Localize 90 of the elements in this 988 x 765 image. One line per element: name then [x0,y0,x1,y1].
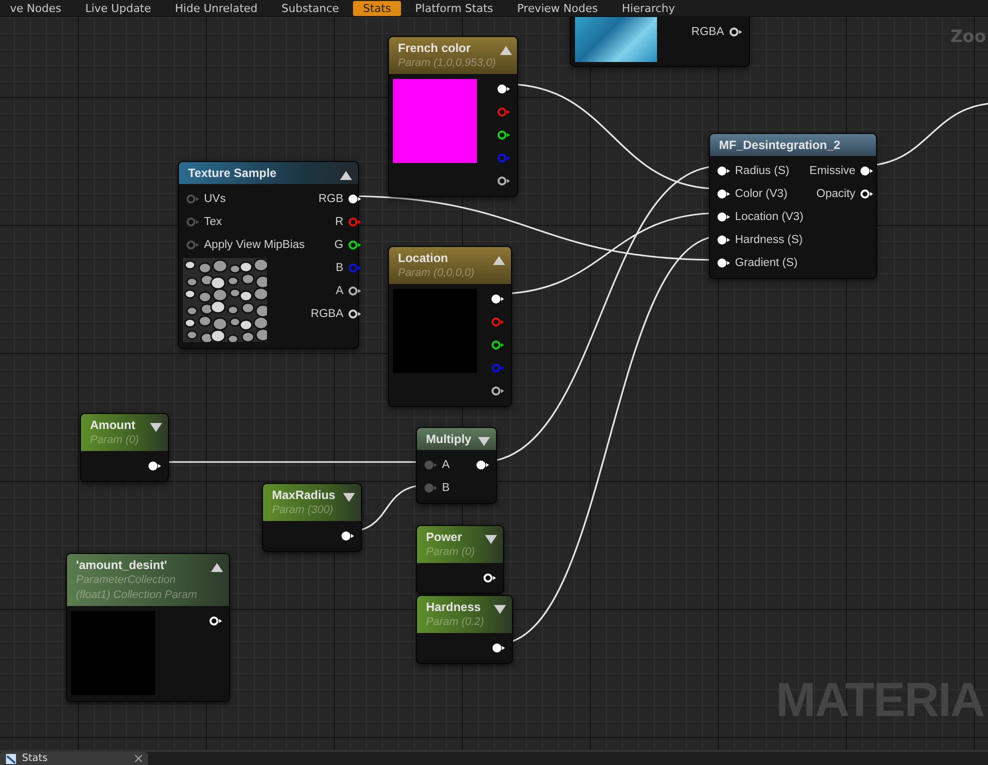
node-subtitle: Param (0) [426,545,475,560]
pin-icon[interactable] [717,258,730,268]
pin-icon[interactable] [497,84,510,94]
graph-canvas[interactable] [0,17,988,750]
pin-label: G [334,238,344,250]
graph-node[interactable]: MF_Desintegration_2 Radius (S) Color (V3) Location (V3) Hardness (S) Gradient (S) Emissive Opacity [709,133,877,279]
caret-icon[interactable] [340,171,352,180]
pin-label: Gradient (S) [735,256,798,268]
pin-label: A [442,458,450,470]
graph-node[interactable]: MaxRadius Param (300) [262,483,362,552]
pin-label: A [336,284,344,296]
toolbar-button[interactable]: Stats [353,0,402,16]
node-title: Power [426,529,464,545]
caret-icon[interactable] [485,535,497,544]
pin-label: Tex [204,216,222,228]
toolbar-button[interactable]: Hide Unrelated [165,0,268,16]
pin-icon[interactable] [491,294,504,304]
pin-icon[interactable] [341,530,354,540]
node-subtitle: Param (300) [272,503,334,518]
caret-icon[interactable] [150,423,162,432]
pin-icon[interactable] [491,386,504,396]
pin-icon[interactable] [348,194,362,204]
pin-icon[interactable] [476,460,489,470]
pin-icon[interactable] [492,642,505,652]
toolbar-button[interactable]: Live Update [75,0,162,16]
node-title: 'amount_desint' [76,557,168,573]
pin-label: Opacity [816,188,856,200]
node-subtitle: Param (0) [90,433,139,448]
pin-label: R [335,216,344,228]
pin-icon[interactable] [148,460,161,470]
node-subtitle: ParameterCollection [76,573,177,588]
pin-icon[interactable] [348,240,362,250]
graph-node[interactable]: French color Param (1,0,0.953,0) [388,36,518,197]
node-title: MaxRadius [272,487,336,503]
pin-label: Emissive [809,164,856,176]
pin-icon[interactable] [497,130,510,140]
pin-icon[interactable] [860,166,874,176]
node-subtitle: Param (0,0,0,0) [398,266,474,281]
pin-label: Radius (S) [735,164,790,176]
close-icon[interactable] [135,755,142,762]
toolbar-button[interactable]: ve Nodes [0,0,72,16]
graph-node[interactable]: Location Param (0,0,0,0) [388,246,512,407]
pin-label: RGBA [691,26,724,38]
caret-icon[interactable] [478,437,490,446]
pin-icon[interactable] [729,26,742,36]
node-subtitle: Param (1,0,0.953,0) [398,56,496,71]
caret-icon[interactable] [494,605,506,614]
pin-label: Apply View MipBias [204,238,305,250]
graph-node[interactable]: Multiply A B [416,427,497,504]
pin-label: B [336,262,344,274]
graph-node[interactable]: 'amount_desint' ParameterCollection (float1) Collection Param [66,553,230,702]
node-title: MF_Desintegration_2 [719,137,840,153]
pin-icon[interactable] [717,166,730,176]
pin-label: Color (V3) [735,188,788,200]
pin-label: B [442,482,450,494]
pin-label: RGB [318,192,344,204]
graph-node[interactable]: Power Param (0) [416,525,504,594]
pin-label: Location (V3) [735,210,804,222]
toolbar-button[interactable]: Substance [272,0,350,16]
pin-icon[interactable] [497,176,510,186]
node-title: Amount [90,417,136,433]
toolbar-button[interactable]: Hierarchy [612,0,686,16]
pin-icon[interactable] [483,572,496,582]
pin-icon[interactable] [860,188,874,198]
pin-icon[interactable] [348,286,362,296]
graph-node[interactable]: Hardness Param (0.2) [416,595,513,664]
pin-label: UVs [204,192,226,204]
pin-icon[interactable] [209,616,222,626]
pin-icon[interactable] [717,188,730,198]
pin-icon[interactable] [491,340,504,350]
toolbar-button[interactable]: Preview Nodes [507,0,608,16]
graph-node[interactable]: RGBA [570,17,750,67]
pin-label: Hardness (S) [735,234,803,246]
node-subtitle: (float1) Collection Param [76,588,198,603]
node-title: Multiply [426,431,472,447]
pin-icon[interactable] [717,234,730,244]
graph-node[interactable]: Amount Param (0) [80,413,169,482]
bottom-tab[interactable]: Stats [0,752,148,765]
node-title: Hardness [426,599,482,615]
graph-node[interactable]: Texture Sample UVs Tex Apply View MipBias RGB R G B A RGBA [178,161,359,349]
node-subtitle: Param (0.2) [426,615,484,630]
pin-icon[interactable] [717,212,730,222]
caret-icon[interactable] [343,493,355,502]
pin-label: RGBA [310,308,344,320]
toolbar-button[interactable]: Platform Stats [405,0,504,16]
node-title: Texture Sample [188,165,276,181]
caret-icon[interactable] [211,563,223,572]
node-title: French color [398,40,472,56]
node-title: Location [398,250,449,266]
pin-icon[interactable] [348,308,362,318]
